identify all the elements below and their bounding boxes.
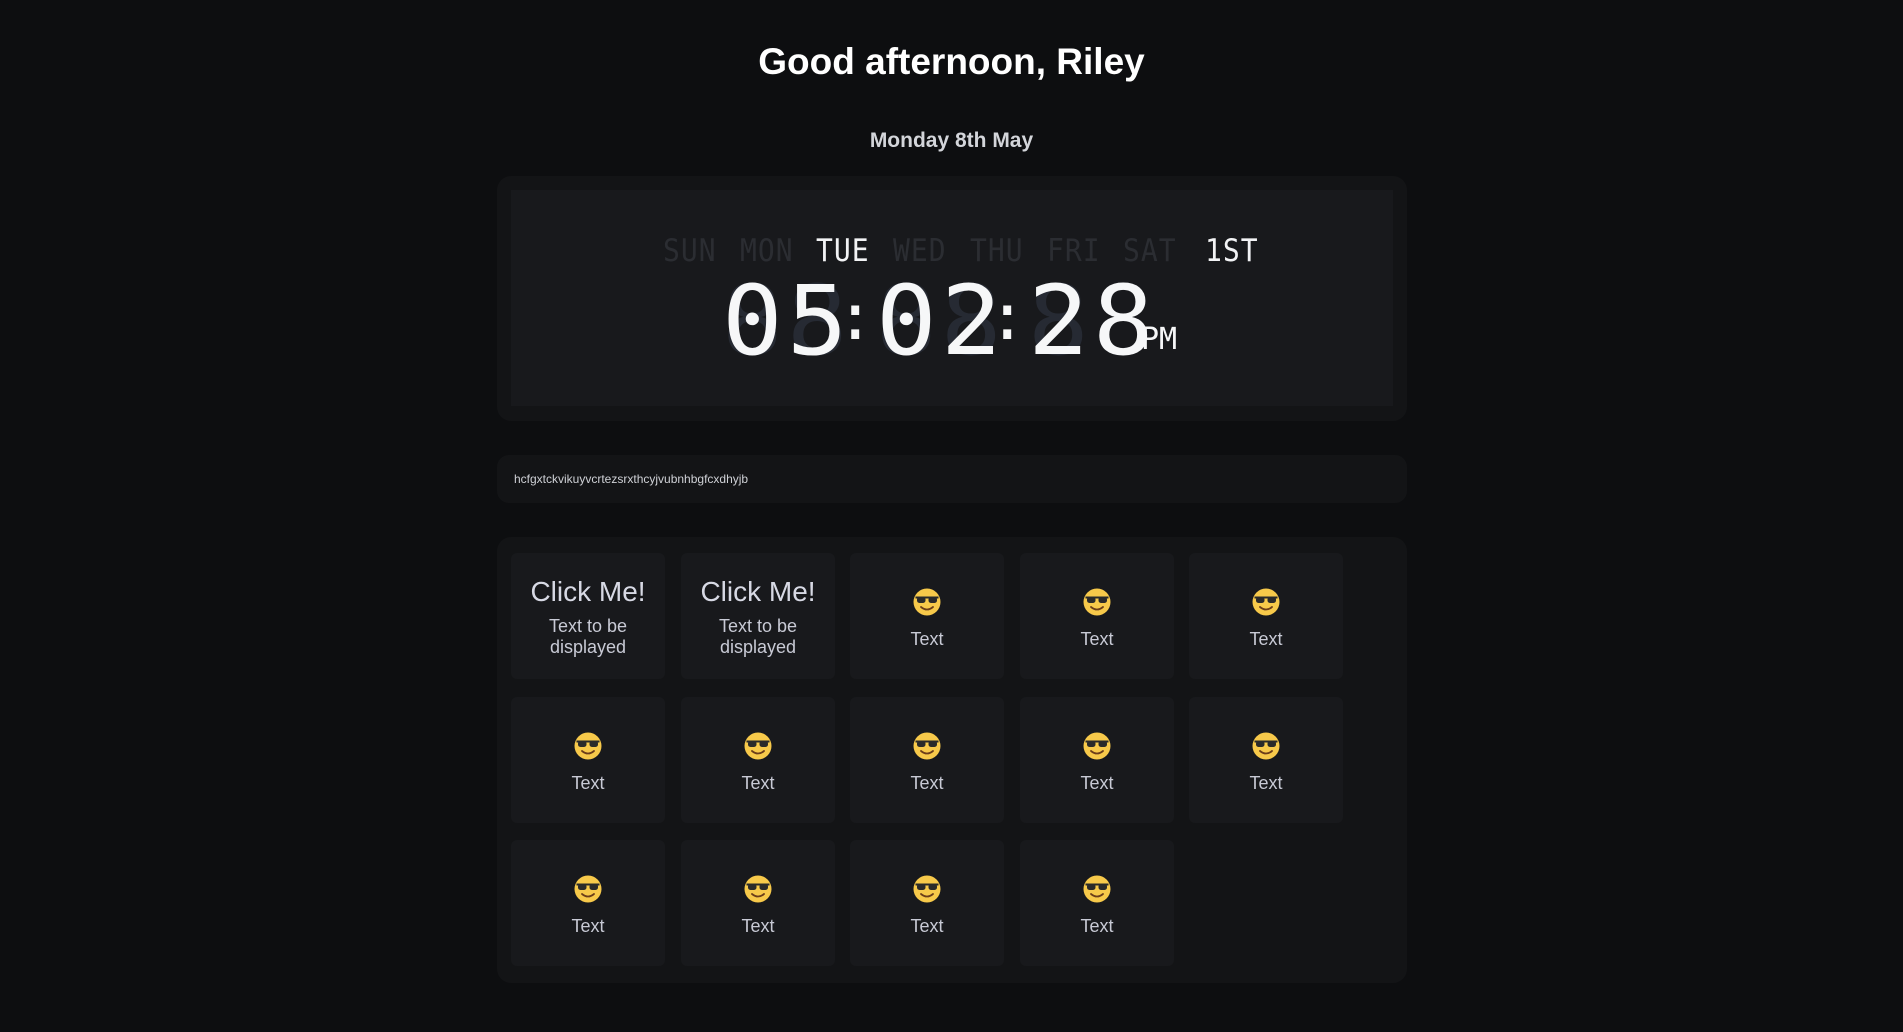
tile-label: Text (1249, 629, 1283, 649)
weekday-mon: MON (740, 232, 794, 269)
smiling-face-with-sunglasses-icon (913, 875, 941, 903)
emoji-tile[interactable]: Text (681, 840, 835, 966)
seconds-value: 28 (1028, 265, 1158, 377)
smiling-face-with-sunglasses-icon (574, 732, 602, 760)
tile-label: Text (571, 773, 605, 793)
emoji-tile[interactable]: Text (511, 697, 665, 823)
tile-subtitle: Text to be displayed (548, 616, 628, 657)
note-card[interactable]: hcfgxtckvikuyvcrtezsrxthcyjvubnhbgfcxdhy… (497, 455, 1407, 503)
smiling-face-with-sunglasses-icon (1252, 732, 1280, 760)
weekday-sun: SUN (663, 232, 717, 269)
emoji-tile[interactable]: Text (1020, 553, 1174, 679)
seconds-display: 88 28 (1028, 273, 1154, 369)
tiles-grid: Click Me! Text to be displayed Click Me!… (497, 537, 1407, 983)
greeting-title: Good afternoon, Riley (758, 41, 1145, 82)
smiling-face-with-sunglasses-icon (1083, 875, 1111, 903)
smiling-face-with-sunglasses-icon (1083, 588, 1111, 616)
smiling-face-with-sunglasses-icon (574, 875, 602, 903)
tile-title: Click Me! (700, 576, 816, 607)
emoji-tile[interactable]: Text (850, 553, 1004, 679)
clock-card: SUN MON TUE WED THU FRI SAT 1ST 88 05 : … (497, 176, 1407, 421)
smiling-face-with-sunglasses-icon (913, 732, 941, 760)
emoji-tile[interactable]: Text (1020, 840, 1174, 966)
emoji-tile[interactable]: Text (1020, 697, 1174, 823)
lcd-clock-display: SUN MON TUE WED THU FRI SAT 1ST 88 05 : … (511, 190, 1393, 406)
smiling-face-with-sunglasses-icon (913, 588, 941, 616)
time-row: 88 05 : 88 02 : 88 28 PM (511, 273, 1393, 369)
tile-title: Click Me! (530, 576, 646, 607)
tile-label: Text (1249, 773, 1283, 793)
emoji-tile[interactable]: Text (1189, 697, 1343, 823)
date-ordinal: 1ST (1205, 232, 1259, 269)
smiling-face-with-sunglasses-icon (1083, 732, 1111, 760)
date-subtitle: Monday 8th May (869, 129, 1034, 152)
tile-label: Text (910, 773, 944, 793)
emoji-tile[interactable]: Text (850, 840, 1004, 966)
tile-label: Text (741, 916, 775, 936)
hours-value: 05 (722, 265, 852, 377)
tile-label: Text (1080, 916, 1114, 936)
page: Good afternoon, Riley Monday 8th May SUN… (0, 0, 1903, 1032)
minutes-value: 02 (876, 265, 1006, 377)
smiling-face-with-sunglasses-icon (744, 732, 772, 760)
tile-label: Text (910, 916, 944, 936)
emoji-tile[interactable]: Text (511, 840, 665, 966)
ampm-indicator: PM (1141, 322, 1178, 357)
tile-subtitle: Text to be displayed (718, 616, 798, 657)
tile-label: Text (571, 916, 605, 936)
click-me-tile[interactable]: Click Me! Text to be displayed (681, 553, 835, 679)
click-me-tile[interactable]: Click Me! Text to be displayed (511, 553, 665, 679)
tile-label: Text (1080, 773, 1114, 793)
note-text: hcfgxtckvikuyvcrtezsrxthcyjvubnhbgfcxdhy… (514, 472, 749, 486)
weekday-thu: THU (970, 232, 1024, 269)
weekday-tue: TUE (816, 232, 870, 269)
tile-label: Text (910, 629, 944, 649)
smiling-face-with-sunglasses-icon (1252, 588, 1280, 616)
time-separator: : (988, 281, 1027, 355)
emoji-tile[interactable]: Text (850, 697, 1004, 823)
tile-label: Text (741, 773, 775, 793)
smiling-face-with-sunglasses-icon (744, 875, 772, 903)
tile-label: Text (1080, 629, 1114, 649)
emoji-tile[interactable]: Text (1189, 553, 1343, 679)
weekday-wed: WED (893, 232, 947, 269)
weekday-sat: SAT (1123, 232, 1177, 269)
time-separator: : (836, 281, 875, 355)
minutes-display: 88 02 (876, 273, 1002, 369)
weekday-fri: FRI (1047, 232, 1101, 269)
emoji-tile[interactable]: Text (681, 697, 835, 823)
hours-display: 88 05 (722, 273, 848, 369)
